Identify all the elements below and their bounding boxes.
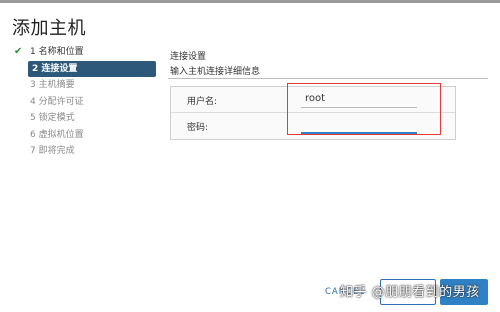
step-1-name-location[interactable]: ✔ 1 名称和位置 bbox=[14, 44, 156, 61]
step-label: 6 虚拟机位置 bbox=[30, 129, 84, 140]
step-label: 3 主机摘要 bbox=[30, 80, 75, 90]
section-title: 连接设置 bbox=[170, 52, 207, 62]
step-6-vm-location: 6 虚拟机位置 bbox=[14, 127, 156, 144]
step-label: 2 连接设置 bbox=[32, 63, 78, 74]
window-top-border bbox=[0, 0, 500, 3]
username-label: 用户名: bbox=[187, 97, 218, 107]
password-label: 密码: bbox=[187, 123, 209, 133]
step-label: 5 锁定模式 bbox=[30, 113, 75, 123]
wizard-steps: ✔ 1 名称和位置 2 连接设置 3 主机摘要 4 分配许可证 5 锁定模式 6… bbox=[14, 44, 156, 160]
step-3-host-summary: 3 主机摘要 bbox=[14, 77, 156, 94]
dialog-title: 添加主机 bbox=[12, 18, 86, 39]
section-subtitle: 输入主机连接详细信息 bbox=[170, 67, 261, 77]
step-label: 7 即将完成 bbox=[30, 146, 75, 156]
step-7-ready-to-complete: 7 即将完成 bbox=[14, 143, 156, 160]
step-2-connection-settings[interactable]: 2 连接设置 bbox=[28, 60, 156, 77]
section-divider bbox=[168, 78, 488, 79]
step-5-lockdown-mode: 5 锁定模式 bbox=[14, 110, 156, 127]
watermark: 知乎 @朋朋看到的男孩 bbox=[340, 285, 480, 300]
step-4-assign-license: 4 分配许可证 bbox=[14, 94, 156, 111]
red-highlight-box bbox=[287, 83, 441, 135]
step-label: 4 分配许可证 bbox=[30, 96, 84, 107]
step-label: 1 名称和位置 bbox=[30, 47, 84, 57]
check-icon: ✔ bbox=[14, 46, 23, 57]
